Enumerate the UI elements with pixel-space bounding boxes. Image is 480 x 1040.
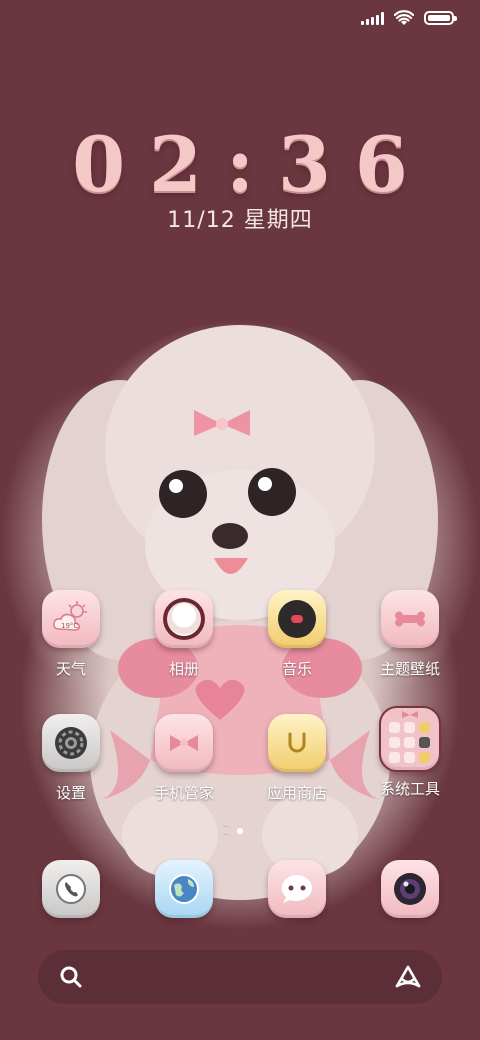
app-label: 手机管家 [153, 784, 214, 802]
messages-icon [268, 860, 326, 918]
music-icon [268, 590, 326, 648]
app-label: 应用商店 [266, 784, 327, 802]
ribbon-bow-icon [170, 735, 198, 751]
app-label: 主题壁纸 [379, 660, 440, 678]
dock-browser[interactable] [129, 860, 239, 918]
camera-lens-icon [394, 873, 426, 905]
dock-messages[interactable] [242, 860, 352, 918]
gallery-icon [155, 590, 213, 648]
handset-icon [56, 874, 86, 904]
page-indicator-home-lines-icon [223, 826, 229, 835]
store-bag-icon [288, 732, 306, 753]
sun-cloud-icon: 19°C [53, 601, 87, 631]
record-label-icon [291, 615, 303, 623]
app-label: 设置 [55, 784, 86, 802]
phone-icon [42, 860, 100, 918]
app-label: 相册 [168, 660, 199, 678]
dock-phone[interactable] [16, 860, 126, 918]
page-dot[interactable] [251, 827, 257, 834]
app-store[interactable]: 应用商店 [242, 714, 352, 803]
dock-camera[interactable] [355, 860, 465, 918]
globe-icon [169, 874, 199, 904]
wifi-icon [394, 10, 414, 25]
app-label: 系统工具 [379, 780, 440, 798]
app-music[interactable]: 音乐 [242, 590, 352, 679]
clock-time[interactable]: 02:36 [0, 120, 480, 209]
browser-globe-icon [155, 860, 213, 918]
bone-icon [395, 611, 425, 627]
gallery-photo-frame [163, 598, 205, 640]
shopping-bag-icon [268, 714, 326, 772]
app-label: 天气 [55, 660, 86, 678]
bone-theme-icon [381, 590, 439, 648]
app-themes[interactable]: 主题壁纸 [355, 590, 465, 679]
assistant-icon[interactable] [394, 964, 422, 990]
clock-date[interactable]: 11/12 星期四 [0, 202, 480, 234]
app-settings[interactable]: 设置 [16, 714, 126, 803]
gear-icon [42, 714, 100, 772]
app-label: 音乐 [281, 660, 312, 678]
signal-bars-icon [361, 11, 384, 25]
app-gallery[interactable]: 相册 [129, 590, 239, 679]
record-icon [278, 600, 316, 638]
battery-fill [428, 15, 450, 21]
poodle-thumbnail-icon [167, 602, 201, 636]
app-phone-manager[interactable]: 手机管家 [129, 714, 239, 803]
folder-icon [379, 706, 441, 772]
weather-icon: 19°C [42, 590, 100, 648]
app-weather[interactable]: 19°C 天气 [16, 590, 126, 679]
folder-mini-apps-icon [389, 711, 430, 763]
camera-icon [381, 860, 439, 918]
settings-gear-icon [55, 727, 87, 759]
page-indicator[interactable] [0, 826, 480, 835]
search-icon[interactable] [58, 964, 84, 990]
app-system-tools-folder[interactable]: 系统工具 [355, 706, 465, 799]
search-bar[interactable] [38, 950, 442, 1004]
page-dot-current[interactable] [237, 827, 243, 834]
bow-icon [155, 714, 213, 772]
status-bar [361, 10, 457, 26]
battery-icon [424, 11, 457, 25]
weather-temperature: 19°C [61, 622, 78, 630]
chat-bubble-icon [281, 875, 313, 903]
